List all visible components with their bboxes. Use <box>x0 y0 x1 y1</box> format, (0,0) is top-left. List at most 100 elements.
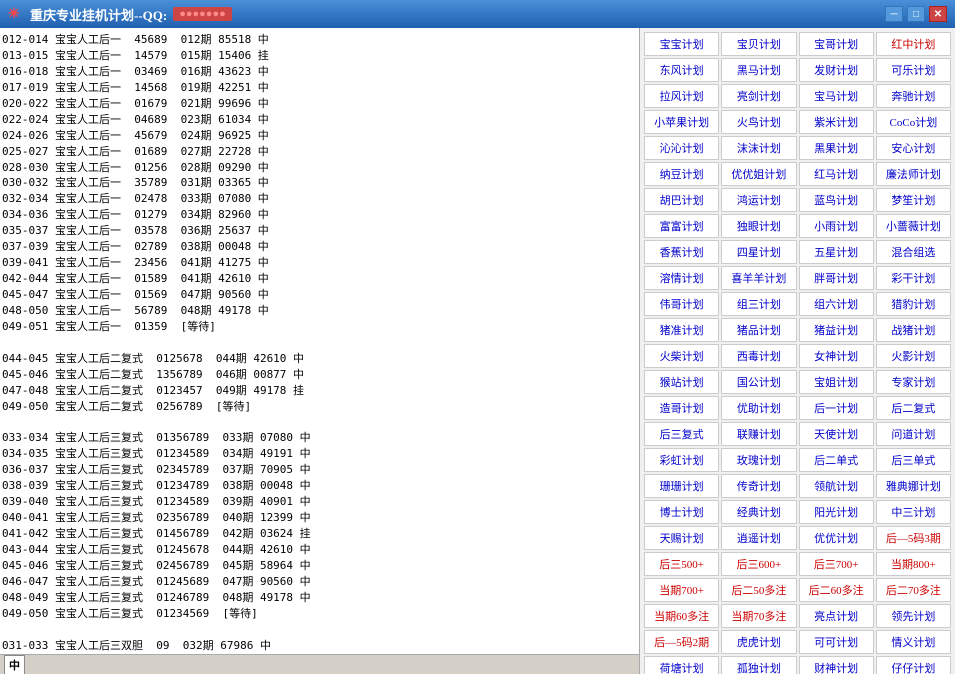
plan-button[interactable]: 宝宝计划 <box>644 32 719 56</box>
plan-button[interactable]: 传奇计划 <box>721 474 796 498</box>
plan-button[interactable]: 联赚计划 <box>721 422 796 446</box>
plan-button[interactable]: 领先计划 <box>876 604 951 628</box>
plan-button[interactable]: 珊珊计划 <box>644 474 719 498</box>
plan-button[interactable]: 天使计划 <box>799 422 874 446</box>
plan-button[interactable]: 富富计划 <box>644 214 719 238</box>
plan-button[interactable]: 胡巴计划 <box>644 188 719 212</box>
list-area[interactable]: 012-014 宝宝人工后一 45689 012期 85518 中 013-01… <box>0 28 639 654</box>
plan-button[interactable]: 可乐计划 <box>876 58 951 82</box>
plan-button[interactable]: 黑马计划 <box>721 58 796 82</box>
plan-button[interactable]: 优优姐计划 <box>721 162 796 186</box>
plan-button[interactable]: 后二60多注 <box>799 578 874 602</box>
plan-button[interactable]: 猪准计划 <box>644 318 719 342</box>
plan-button[interactable]: 当期60多注 <box>644 604 719 628</box>
plan-button[interactable]: 宝马计划 <box>799 84 874 108</box>
plan-button[interactable]: 独眼计划 <box>721 214 796 238</box>
plan-button[interactable]: 猎豹计划 <box>876 292 951 316</box>
plan-button[interactable]: 鸿运计划 <box>721 188 796 212</box>
plan-button[interactable]: 四星计划 <box>721 240 796 264</box>
plan-button[interactable]: 天赐计划 <box>644 526 719 550</box>
plan-button[interactable]: 虎虎计划 <box>721 630 796 654</box>
plan-button[interactable]: 后—5码3期 <box>876 526 951 550</box>
plan-button[interactable]: 溶情计划 <box>644 266 719 290</box>
plan-button[interactable]: 后二单式 <box>799 448 874 472</box>
plan-button[interactable]: 情义计划 <box>876 630 951 654</box>
plan-button[interactable]: 香蕉计划 <box>644 240 719 264</box>
plan-button[interactable]: 女神计划 <box>799 344 874 368</box>
plan-button[interactable]: 组六计划 <box>799 292 874 316</box>
plan-button[interactable]: 仔仔计划 <box>876 656 951 674</box>
plan-button[interactable]: 喜羊羊计划 <box>721 266 796 290</box>
right-panel[interactable]: 宝宝计划宝贝计划宝哥计划红中计划东风计划黑马计划发财计划可乐计划拉风计划亮剑计划… <box>640 28 955 674</box>
plan-button[interactable]: 沁沁计划 <box>644 136 719 160</box>
plan-button[interactable]: 财神计划 <box>799 656 874 674</box>
plan-button[interactable]: CoCo计划 <box>876 110 951 134</box>
plan-button[interactable]: 小雨计划 <box>799 214 874 238</box>
plan-button[interactable]: 奔驰计划 <box>876 84 951 108</box>
plan-button[interactable]: 后三700+ <box>799 552 874 576</box>
plan-button[interactable]: 优优计划 <box>799 526 874 550</box>
plan-button[interactable]: 雅典娜计划 <box>876 474 951 498</box>
plan-button[interactable]: 中三计划 <box>876 500 951 524</box>
plan-button[interactable]: 小苹果计划 <box>644 110 719 134</box>
plan-button[interactable]: 彩虹计划 <box>644 448 719 472</box>
plan-button[interactable]: 造哥计划 <box>644 396 719 420</box>
plan-button[interactable]: 当期70多注 <box>721 604 796 628</box>
plan-button[interactable]: 孤独计划 <box>721 656 796 674</box>
plan-button[interactable]: 廉法师计划 <box>876 162 951 186</box>
plan-button[interactable]: 专家计划 <box>876 370 951 394</box>
plan-button[interactable]: 拉风计划 <box>644 84 719 108</box>
plan-button[interactable]: 国公计划 <box>721 370 796 394</box>
plan-button[interactable]: 混合组选 <box>876 240 951 264</box>
plan-button[interactable]: 亮点计划 <box>799 604 874 628</box>
plan-button[interactable]: 梦笙计划 <box>876 188 951 212</box>
plan-button[interactable]: 经典计划 <box>721 500 796 524</box>
plan-button[interactable]: 火鸟计划 <box>721 110 796 134</box>
plan-button[interactable]: 可可计划 <box>799 630 874 654</box>
plan-button[interactable]: 后三单式 <box>876 448 951 472</box>
plan-button[interactable]: 伟哥计划 <box>644 292 719 316</box>
plan-button[interactable]: 小蔷薇计划 <box>876 214 951 238</box>
plan-button[interactable]: 火影计划 <box>876 344 951 368</box>
plan-button[interactable]: 后三500+ <box>644 552 719 576</box>
plan-button[interactable]: 优助计划 <box>721 396 796 420</box>
plan-button[interactable]: 宝贝计划 <box>721 32 796 56</box>
plan-button[interactable]: 猴站计划 <box>644 370 719 394</box>
plan-button[interactable]: 后二70多注 <box>876 578 951 602</box>
plan-button[interactable]: 阳光计划 <box>799 500 874 524</box>
plan-button[interactable]: 后—5码2期 <box>644 630 719 654</box>
plan-button[interactable]: 后二复式 <box>876 396 951 420</box>
plan-button[interactable]: 宝姐计划 <box>799 370 874 394</box>
plan-button[interactable]: 组三计划 <box>721 292 796 316</box>
plan-button[interactable]: 沫沫计划 <box>721 136 796 160</box>
plan-button[interactable]: 紫米计划 <box>799 110 874 134</box>
plan-button[interactable]: 当期800+ <box>876 552 951 576</box>
plan-button[interactable]: 五星计划 <box>799 240 874 264</box>
plan-button[interactable]: 猪益计划 <box>799 318 874 342</box>
close-button[interactable]: ✕ <box>929 6 947 22</box>
plan-button[interactable]: 亮剑计划 <box>721 84 796 108</box>
plan-button[interactable]: 西毒计划 <box>721 344 796 368</box>
plan-button[interactable]: 博士计划 <box>644 500 719 524</box>
plan-button[interactable]: 后三600+ <box>721 552 796 576</box>
plan-button[interactable]: 荷塘计划 <box>644 656 719 674</box>
plan-button[interactable]: 战猪计划 <box>876 318 951 342</box>
plan-button[interactable]: 纳豆计划 <box>644 162 719 186</box>
maximize-button[interactable]: □ <box>907 6 925 22</box>
plan-button[interactable]: 逍遥计划 <box>721 526 796 550</box>
plan-button[interactable]: 宝哥计划 <box>799 32 874 56</box>
plan-button[interactable]: 玫瑰计划 <box>721 448 796 472</box>
plan-button[interactable]: 蓝鸟计划 <box>799 188 874 212</box>
minimize-button[interactable]: ─ <box>885 6 903 22</box>
plan-button[interactable]: 胖哥计划 <box>799 266 874 290</box>
plan-button[interactable]: 黑果计划 <box>799 136 874 160</box>
plan-button[interactable]: 后二50多注 <box>721 578 796 602</box>
plan-button[interactable]: 彩干计划 <box>876 266 951 290</box>
plan-button[interactable]: 后一计划 <box>799 396 874 420</box>
plan-button[interactable]: 红马计划 <box>799 162 874 186</box>
plan-button[interactable]: 火柴计划 <box>644 344 719 368</box>
plan-button[interactable]: 猪品计划 <box>721 318 796 342</box>
plan-button[interactable]: 发财计划 <box>799 58 874 82</box>
plan-button[interactable]: 问道计划 <box>876 422 951 446</box>
plan-button[interactable]: 当期700+ <box>644 578 719 602</box>
